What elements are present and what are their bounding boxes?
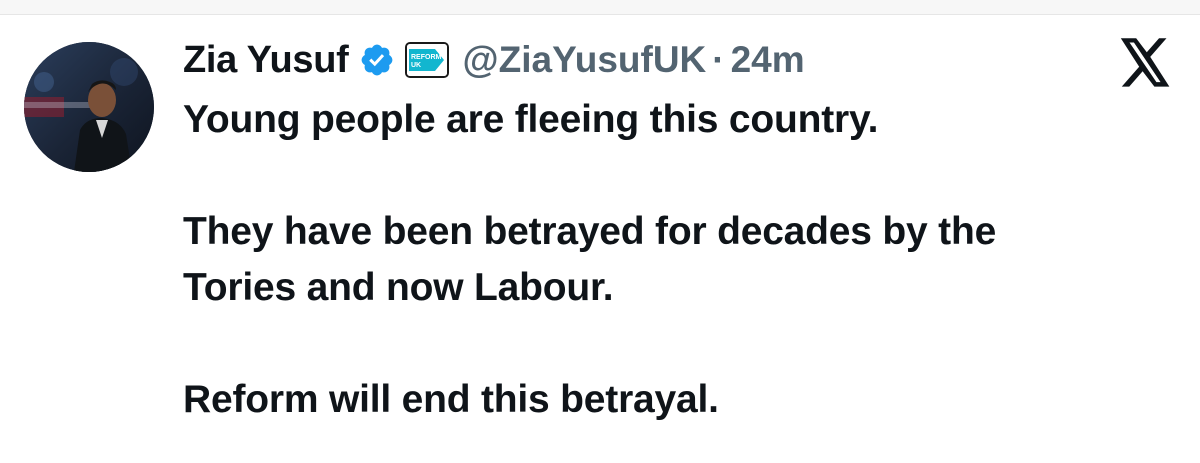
timestamp[interactable]: 24m	[731, 39, 805, 81]
separator-dot: ·	[712, 39, 725, 80]
profile-photo	[24, 42, 154, 172]
reform-uk-logo[interactable]: REFORM UK	[404, 42, 449, 78]
x-logo-icon	[1118, 38, 1172, 88]
badge-text-line2: UK	[411, 62, 421, 69]
tweet-line: Reform will end this betrayal.	[183, 378, 719, 421]
top-divider	[0, 0, 1200, 15]
verified-check-icon	[359, 42, 395, 78]
tweet-line: Young people are fleeing this country.	[183, 98, 879, 141]
avatar[interactable]	[24, 42, 154, 172]
display-name[interactable]: Zia Yusuf	[183, 39, 349, 82]
tweet-line: They have been betrayed for decades by t…	[183, 210, 997, 253]
badge-text-line1: REFORM	[411, 54, 442, 61]
user-handle[interactable]: @ZiaYusufUK	[463, 39, 707, 81]
tweet-header: Zia Yusuf REFORM UK @ZiaYusufUK · 24m	[183, 30, 805, 90]
tweet-line: Tories and now Labour.	[183, 266, 614, 309]
tweet-body: Young people are fleeing this country. T…	[183, 92, 1183, 428]
